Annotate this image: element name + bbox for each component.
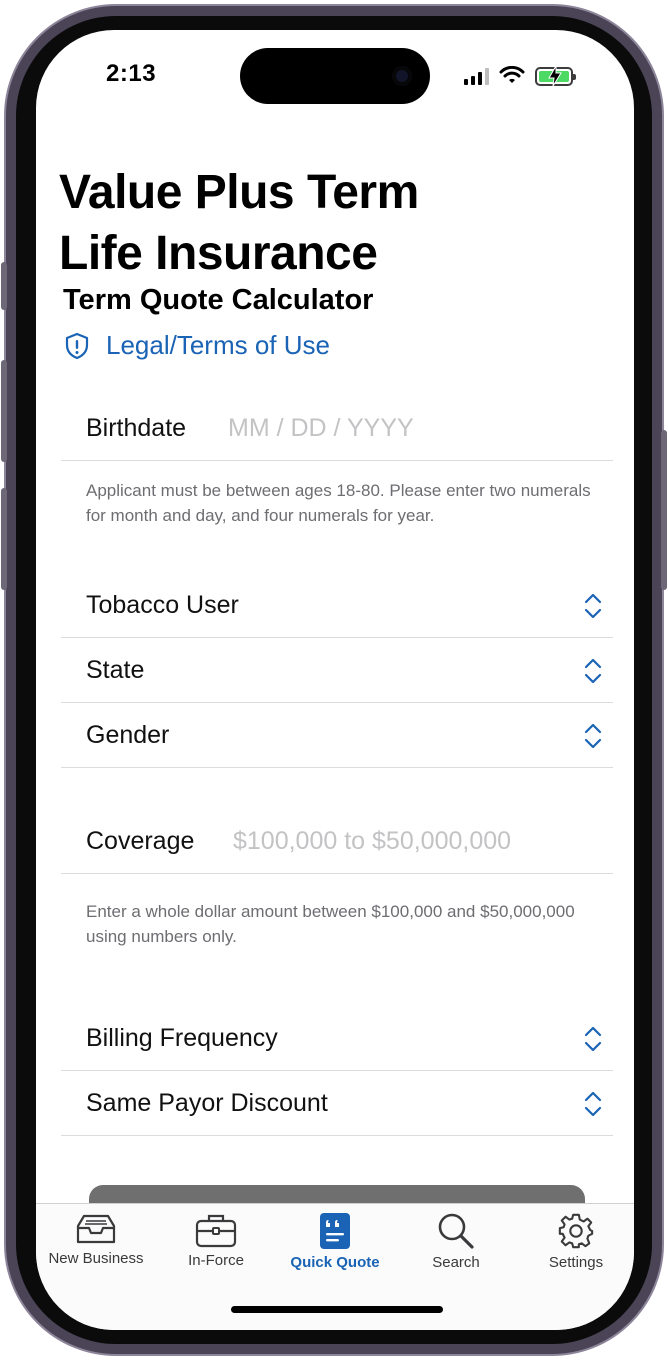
quote-document-icon (320, 1213, 350, 1249)
gender-label: Gender (86, 721, 170, 749)
tab-new-business[interactable]: New Business (37, 1212, 155, 1278)
dynamic-island (240, 48, 430, 104)
up-down-chevron-icon (584, 658, 602, 684)
coverage-helper-text: Enter a whole dollar amount between $100… (86, 902, 575, 946)
gear-icon (558, 1213, 594, 1249)
up-down-chevron-icon (584, 1091, 602, 1117)
same-payor-discount-label: Same Payor Discount (86, 1089, 328, 1117)
tab-in-force[interactable]: In-Force (157, 1212, 275, 1278)
magnifier-icon (438, 1213, 474, 1249)
tobacco-user-picker[interactable]: Tobacco User (61, 573, 613, 638)
tab-settings-label: Settings (548, 1254, 604, 1271)
tab-quick-quote-label: Quick Quote (290, 1254, 380, 1271)
up-down-chevron-icon (584, 1026, 602, 1052)
charging-bolt-icon (548, 64, 562, 86)
wifi-icon (499, 66, 525, 83)
page-title-line-2: Life Insurance (59, 227, 378, 280)
gender-picker[interactable]: Gender (61, 703, 613, 768)
birthdate-row: Birthdate (61, 396, 613, 461)
shield-exclamation-icon (65, 332, 89, 359)
legal-terms-label: Legal/Terms of Use (106, 330, 330, 360)
inbox-tray-icon (76, 1214, 116, 1244)
cellular-signal-icon (464, 67, 489, 85)
coverage-row: Coverage (61, 809, 613, 874)
up-down-chevron-icon (584, 593, 602, 619)
page-title: Value Plus Term Life Insurance (59, 162, 579, 284)
birthdate-input[interactable] (228, 396, 598, 461)
power-button (661, 430, 667, 590)
tab-quick-quote[interactable]: Quick Quote (276, 1212, 394, 1278)
home-indicator[interactable] (231, 1306, 443, 1313)
state-label: State (86, 656, 145, 684)
status-time: 2:13 (106, 60, 157, 87)
battery-icon (535, 64, 576, 86)
volume-up-button (1, 360, 7, 462)
tab-settings[interactable]: Settings (517, 1212, 634, 1278)
tab-new-business-label: New Business (48, 1250, 144, 1267)
birthdate-label: Birthdate (86, 414, 187, 442)
state-picker[interactable]: State (61, 638, 613, 703)
legal-terms-link[interactable]: Legal/Terms of Use (64, 330, 330, 361)
volume-down-button (1, 488, 7, 590)
billing-frequency-picker[interactable]: Billing Frequency (61, 1006, 613, 1071)
page-subtitle: Term Quote Calculator (63, 284, 374, 316)
coverage-label: Coverage (86, 827, 195, 855)
tobacco-user-label: Tobacco User (86, 591, 239, 619)
coverage-input[interactable] (233, 809, 603, 874)
page-title-line-1: Value Plus Term (59, 166, 419, 219)
action-button (1, 262, 7, 310)
tab-in-force-label: In-Force (188, 1252, 244, 1269)
same-payor-discount-picker[interactable]: Same Payor Discount (61, 1071, 613, 1136)
briefcase-icon (195, 1214, 237, 1248)
tab-search-label: Search (432, 1254, 480, 1271)
status-icons (464, 64, 576, 88)
birthdate-helper-text: Applicant must be between ages 18-80. Pl… (86, 481, 591, 525)
billing-frequency-label: Billing Frequency (86, 1024, 278, 1052)
front-camera-icon (392, 66, 412, 86)
tab-search[interactable]: Search (397, 1212, 515, 1278)
up-down-chevron-icon (584, 723, 602, 749)
app-screen: 2:13 Value Plus Term Life Insurance Term… (36, 30, 634, 1330)
